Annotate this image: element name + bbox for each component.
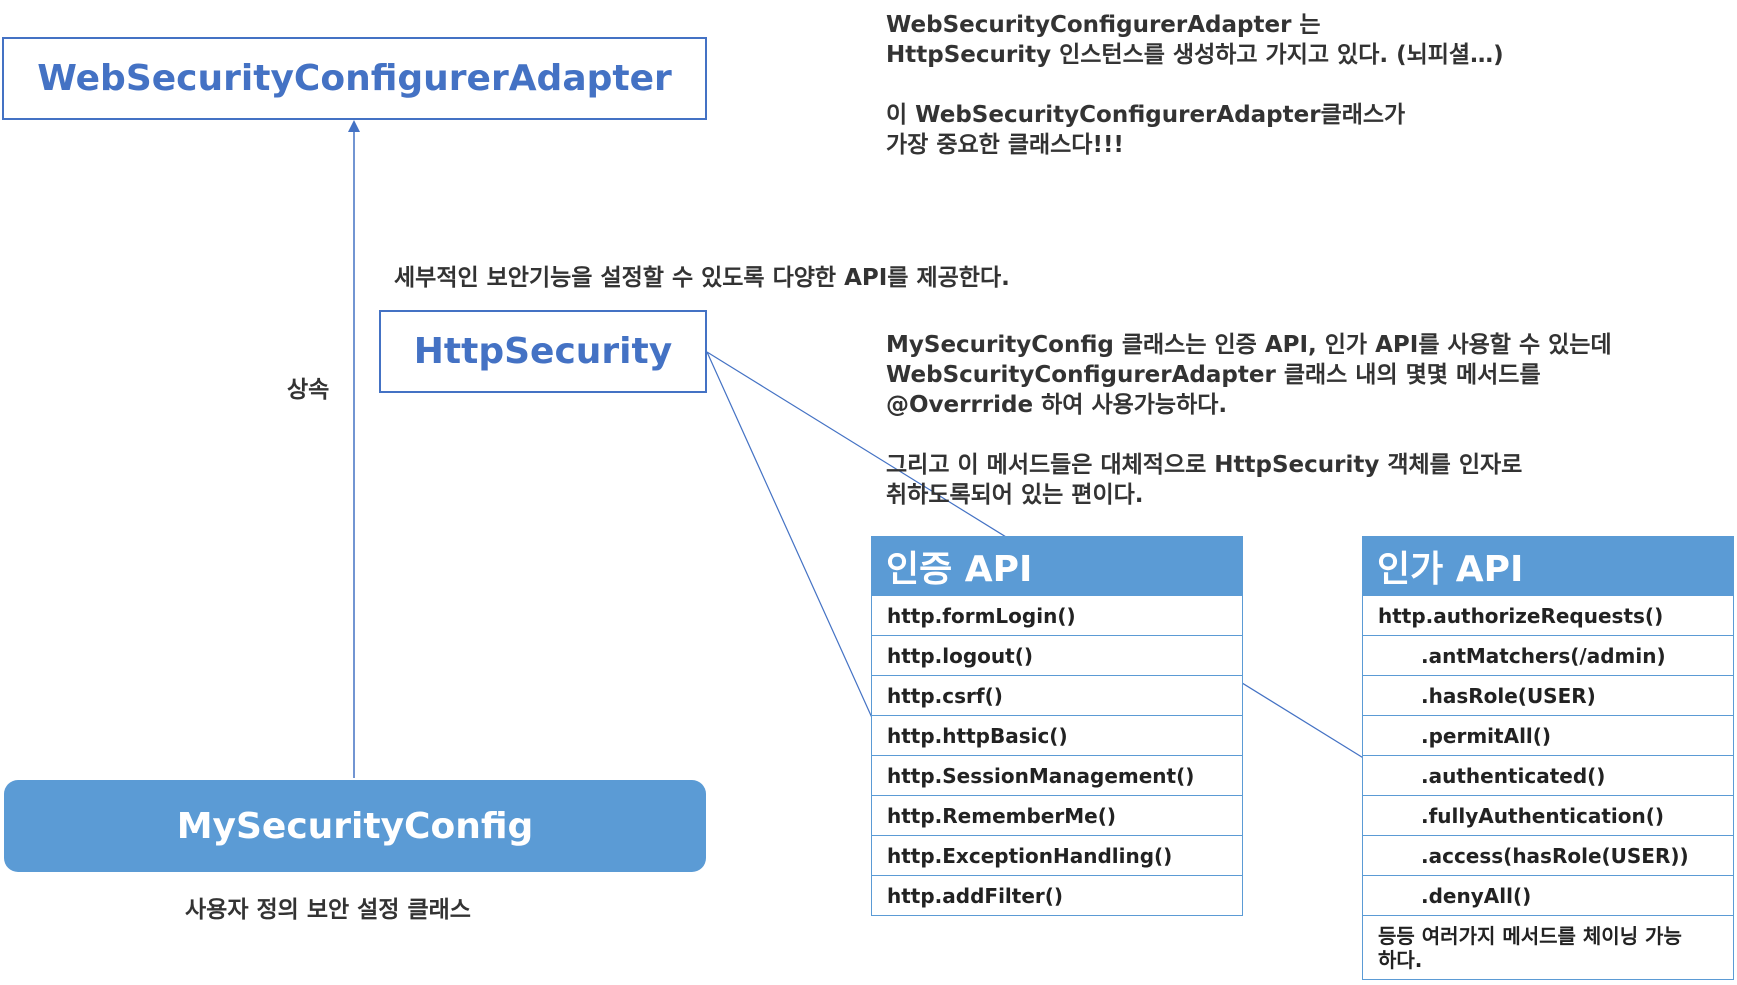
httpsecurity-label: HttpSecurity <box>413 331 673 372</box>
note-middle: MySecurityConfig 클래스는 인증 API, 인가 API를 사용… <box>886 332 1612 508</box>
mysecurityconfig-box: MySecurityConfig <box>4 780 706 872</box>
websecurityconfigureradapter-label: WebSecurityConfigurerAdapter <box>37 58 672 99</box>
custom-class-caption: 사용자 정의 보안 설정 클래스 <box>185 897 471 923</box>
authz-api-title: 인가 API <box>1362 536 1734 596</box>
auth-api-title: 인증 API <box>871 536 1243 596</box>
auth-api-panel: 인증 API http.formLogin() http.logout() ht… <box>871 536 1243 916</box>
authz-api-item: .authenticated() <box>1362 756 1734 796</box>
auth-api-item: http.addFilter() <box>871 876 1243 916</box>
auth-api-item: http.formLogin() <box>871 596 1243 636</box>
inherit-label: 상속 <box>287 377 330 403</box>
mysecurityconfig-label: MySecurityConfig <box>176 805 534 847</box>
authz-api-item: .hasRole(USER) <box>1362 676 1734 716</box>
note-top: WebSecurityConfigurerAdapter 는 HttpSecur… <box>886 12 1504 158</box>
authz-api-item: .access(hasRole(USER)) <box>1362 836 1734 876</box>
inheritance-arrowhead <box>348 120 360 132</box>
authz-api-item: .permitAll() <box>1362 716 1734 756</box>
auth-api-item: http.RememberMe() <box>871 796 1243 836</box>
authz-api-panel: 인가 API http.authorizeRequests() .antMatc… <box>1362 536 1734 980</box>
auth-api-item: http.httpBasic() <box>871 716 1243 756</box>
authz-api-item: .fullyAuthentication() <box>1362 796 1734 836</box>
authz-api-item: .antMatchers(/admin) <box>1362 636 1734 676</box>
authz-api-note: 등등 여러가지 메서드를 체이닝 가능 하다. <box>1362 916 1734 980</box>
authz-api-item: http.authorizeRequests() <box>1362 596 1734 636</box>
auth-api-item: http.ExceptionHandling() <box>871 836 1243 876</box>
httpsecurity-box: HttpSecurity <box>379 310 707 393</box>
websecurityconfigureradapter-box: WebSecurityConfigurerAdapter <box>2 37 707 120</box>
auth-api-item: http.SessionManagement() <box>871 756 1243 796</box>
authz-api-item: .denyAll() <box>1362 876 1734 916</box>
httpsecurity-description: 세부적인 보안기능을 설정할 수 있도록 다양한 API를 제공한다. <box>394 265 1010 291</box>
connector-to-auth-api <box>706 351 874 721</box>
auth-api-item: http.logout() <box>871 636 1243 676</box>
auth-api-item: http.csrf() <box>871 676 1243 716</box>
